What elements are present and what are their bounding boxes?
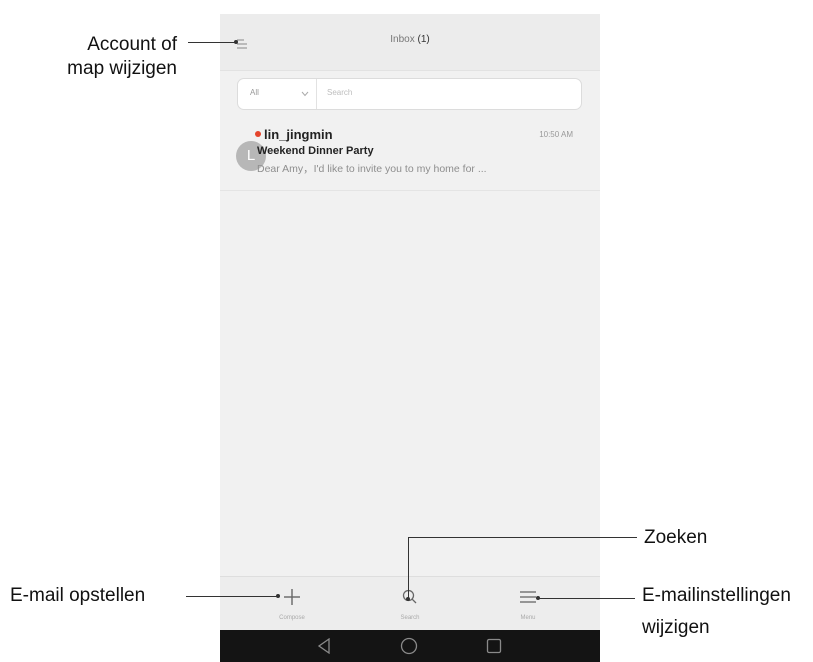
mail-preview: Dear Amy，I'd like to invite you to my ho…: [257, 163, 487, 175]
search-input[interactable]: Search: [327, 88, 352, 97]
callout-settings-dot: [536, 596, 540, 600]
mail-subject: Weekend Dinner Party: [257, 145, 374, 157]
callout-account-dot: [234, 40, 238, 44]
compose-label: Compose: [279, 615, 305, 621]
callout-search-line: [408, 537, 637, 538]
compose-button[interactable]: Compose: [252, 577, 332, 631]
callout-account-line1: Account of: [87, 34, 177, 55]
search-bar: All Search: [237, 78, 582, 110]
page-title: Inbox (1): [220, 34, 600, 45]
callout-compose-line: [186, 596, 278, 597]
callout-account-line: [188, 42, 236, 43]
callout-search-vline: [408, 537, 409, 599]
folder-filter-select[interactable]: All: [250, 88, 259, 97]
plus-icon: [284, 589, 300, 605]
chevron-down-icon[interactable]: [301, 91, 309, 97]
phone-screen: Inbox (1) All Search L lin_jingmin 10:50…: [220, 14, 600, 662]
home-icon[interactable]: [400, 637, 418, 655]
unread-count: (1): [417, 34, 430, 45]
callout-settings-line: [538, 598, 635, 599]
search-icon: [402, 589, 417, 604]
callout-account-line2: map wijzigen: [67, 58, 177, 79]
callout-settings-label: E-mailinstellingen wijzigen: [642, 584, 791, 640]
back-icon[interactable]: [317, 638, 331, 654]
callout-search-dot: [406, 597, 410, 601]
unread-dot: [255, 131, 261, 137]
search-button[interactable]: Search: [370, 577, 450, 631]
callout-settings-line1: E-mailinstellingen: [642, 585, 791, 606]
menu-button[interactable]: Menu: [488, 577, 568, 631]
mail-time: 10:50 AM: [539, 130, 573, 139]
system-nav-bar: [220, 630, 600, 662]
search-divider: [316, 79, 317, 109]
menu-label: Menu: [520, 615, 536, 621]
recent-apps-icon[interactable]: [486, 638, 502, 654]
mail-sender: lin_jingmin: [264, 127, 333, 142]
title-text: Inbox: [390, 34, 415, 45]
app-header: Inbox (1): [220, 14, 600, 71]
list-item[interactable]: L lin_jingmin 10:50 AM Weekend Dinner Pa…: [220, 120, 600, 191]
callout-search-label: Zoeken: [644, 527, 708, 548]
callout-compose-dot: [276, 594, 280, 598]
callout-account-label: Account of map wijzigen: [67, 33, 177, 81]
hamburger-icon: [520, 591, 536, 603]
search-label: Search: [400, 615, 420, 621]
callout-compose-label: E-mail opstellen: [10, 585, 146, 606]
bottom-toolbar: Compose Search Menu: [220, 576, 600, 631]
callout-settings-line2: wijzigen: [642, 617, 710, 638]
